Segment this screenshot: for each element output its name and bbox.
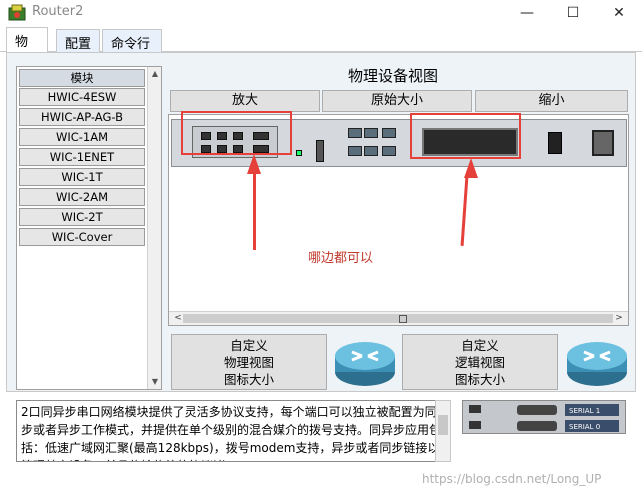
module-item-wic-1am[interactable]: WIC-1AM [19, 128, 145, 146]
device-view-scrollbar[interactable]: < > [169, 311, 628, 325]
custom-logical-line3: 图标大小 [454, 372, 505, 387]
custom-logical-line2: 逻辑视图 [454, 355, 505, 370]
scroll-down-arrow-icon[interactable]: ▼ [148, 375, 162, 389]
scroll-right-arrow-icon[interactable]: > [612, 312, 626, 326]
zoom-in-button[interactable]: 放大 [170, 90, 320, 112]
scroll-thumb[interactable] [183, 314, 613, 323]
custom-logical-icon-button[interactable]: 自定义 逻辑视图 图标大小 [402, 334, 558, 390]
custom-physical-line2: 物理视图 [223, 355, 274, 370]
serial-1-label: SERIAL 1 [569, 407, 600, 415]
module-item-wic-2am[interactable]: WIC-2AM [19, 188, 145, 206]
module-item-wic-1t[interactable]: WIC-1T [19, 168, 145, 186]
module-item-hwic-4esw[interactable]: HWIC-4ESW [19, 88, 145, 106]
router-icon [335, 342, 395, 386]
watermark-text: https://blog.csdn.net/Long_UP [422, 472, 602, 486]
custom-physical-icon-button[interactable]: 自定义 物理视图 图标大小 [171, 334, 327, 390]
custom-logical-line1: 自定义 [461, 338, 499, 353]
title-bar: Router2 — ☐ ✕ [0, 0, 642, 26]
app-icon [8, 4, 26, 21]
arrow-up-left-icon [247, 154, 261, 174]
serial-0-label: SERIAL 0 [569, 423, 600, 431]
arrow-up-right-icon [464, 158, 478, 178]
minimize-button[interactable]: — [504, 0, 550, 26]
module-list: 模块 HWIC-4ESW HWIC-AP-AG-B WIC-1AM WIC-1E… [16, 66, 162, 390]
maximize-button[interactable]: ☐ [550, 0, 596, 26]
gig-port-1-icon [382, 128, 396, 138]
custom-physical-line1: 自定义 [230, 338, 268, 353]
compact-flash-icon [316, 140, 324, 162]
router-icon [567, 342, 627, 386]
gig-port-0-icon [364, 128, 378, 138]
gig-port-3-icon [382, 146, 396, 156]
module-item-hwic-ap-ag-b[interactable]: HWIC-AP-AG-B [19, 108, 145, 126]
scroll-up-arrow-icon[interactable]: ▲ [148, 67, 162, 81]
custom-physical-line3: 图标大小 [223, 372, 274, 387]
aux-port-icon [348, 146, 362, 156]
gig-port-2-icon [364, 146, 378, 156]
highlight-box-left [181, 111, 292, 155]
module-item-wic-2t[interactable]: WIC-2T [19, 208, 145, 226]
module-item-wic-1enet[interactable]: WIC-1ENET [19, 148, 145, 166]
module-list-scrollbar[interactable]: ▲ ▼ [147, 67, 161, 389]
description-scrollbar[interactable] [435, 400, 451, 462]
module-description: 2口同异步串口网络模块提供了灵活多协议支持，每个端口可以独立被配置为同步或者异步… [16, 400, 450, 462]
power-socket-icon [592, 130, 614, 156]
status-led-icon [296, 150, 302, 156]
annotation-text: 哪边都可以 [308, 251, 374, 266]
tab-cli[interactable]: 命令行 [102, 29, 162, 52]
window-title: Router2 [32, 4, 84, 19]
physical-view-title: 物理设备视图 [348, 67, 439, 85]
original-size-button[interactable]: 原始大小 [322, 90, 472, 112]
serial-module-icon: SERIAL 1 SERIAL 0 [469, 404, 619, 432]
description-scroll-thumb[interactable] [438, 415, 448, 435]
zoom-out-button[interactable]: 缩小 [475, 90, 628, 112]
module-list-header: 模块 [19, 69, 145, 87]
module-item-wic-cover[interactable]: WIC-Cover [19, 228, 145, 246]
close-button[interactable]: ✕ [596, 0, 642, 26]
arrow-shaft-left [253, 172, 256, 250]
module-preview-image: SERIAL 1 SERIAL 0 [462, 400, 626, 434]
highlight-box-right [410, 113, 521, 159]
console-port-icon [348, 128, 362, 138]
tab-physical[interactable]: 物理 [6, 27, 48, 69]
scroll-grip-icon [399, 315, 407, 323]
power-switch-icon[interactable] [548, 132, 562, 154]
tab-bar: 物理 配置 命令行 [0, 26, 642, 69]
tab-config[interactable]: 配置 [56, 29, 100, 52]
